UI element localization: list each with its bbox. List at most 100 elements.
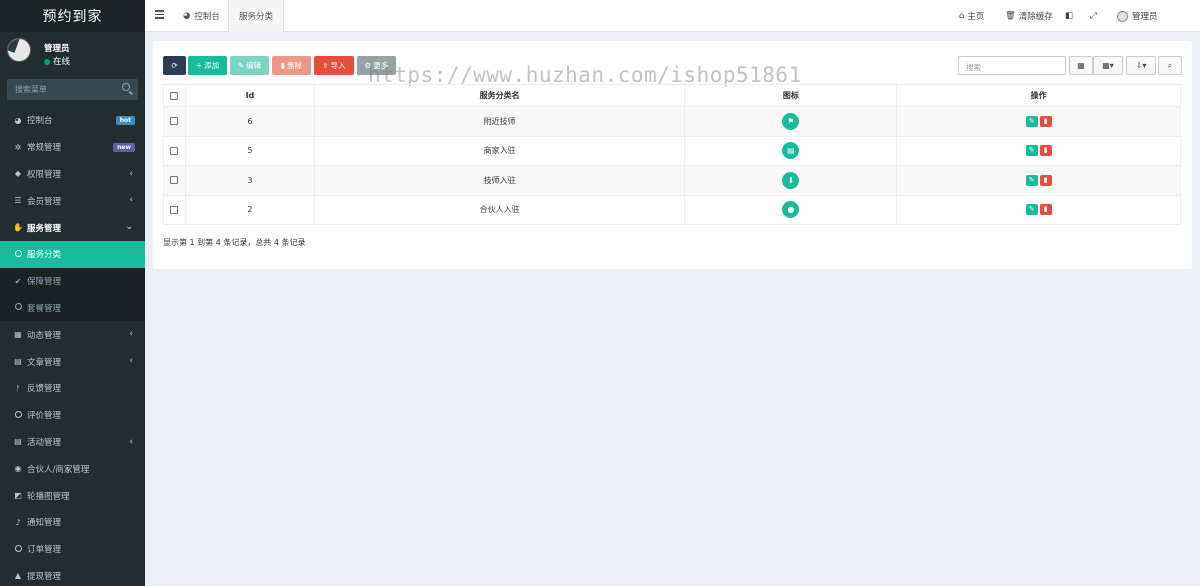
calendar-icon: ▦: [14, 330, 22, 340]
search-icon[interactable]: [122, 83, 130, 91]
row-id: 5: [184, 135, 315, 166]
clear-cache-button[interactable]: 🗑 清除缓存: [1005, 0, 1053, 32]
sidebar-item-news[interactable]: ▦ 动态管理 ‹: [0, 321, 145, 348]
refresh-icon: ⟳: [171, 61, 178, 70]
edit-button[interactable]: ✎ 编辑: [230, 56, 269, 75]
menu-toggle-icon[interactable]: [155, 10, 164, 21]
refresh-button[interactable]: ⟳: [163, 56, 186, 75]
advanced-search-button[interactable]: ⌕: [1158, 56, 1182, 75]
tab-service-category[interactable]: 服务分类: [228, 0, 285, 32]
gear-icon: ⚙: [364, 61, 372, 70]
select-all-cell[interactable]: [163, 84, 186, 107]
sidebar-item-service[interactable]: ✋ 服务管理 ⌄: [0, 214, 145, 241]
plus-icon: +: [195, 61, 203, 70]
user-export-icon: ⇩▾: [1135, 61, 1147, 70]
export-button[interactable]: ⇩▾: [1126, 56, 1156, 75]
sidebar-item-general[interactable]: ✲ 常规管理 new: [0, 134, 145, 161]
row-id: 3: [184, 165, 315, 196]
chevron-left-icon: ‹: [129, 195, 133, 206]
row-edit-button[interactable]: ✎: [1025, 174, 1038, 186]
sidebar-item-member[interactable]: ☰ 会员管理 ‹: [0, 187, 145, 214]
table-row[interactable]: 2 合伙人入驻 ● ✎ ▮: [163, 194, 1181, 225]
chevron-left-icon: ‹: [129, 436, 133, 447]
row-checkbox[interactable]: [170, 117, 179, 126]
circle-icon: [14, 544, 22, 552]
row-id: 2: [184, 194, 315, 225]
table-header-row: Id 服务分类名 图标 操作: [163, 84, 1181, 107]
row-edit-button[interactable]: ✎: [1025, 204, 1038, 216]
top-header: ◕ 控制台 服务分类 ⌂ 主页 🗑 清除缓存 ◧ ⤢ 管理员: [145, 0, 1200, 32]
sidebar-item-guarantee[interactable]: ✔ 保障管理: [0, 267, 145, 295]
fullscreen-icon[interactable]: ⤢: [1090, 0, 1097, 32]
home-icon: ⌂: [959, 11, 965, 21]
user-name: 管理员: [44, 44, 70, 54]
sidebar-item-notice[interactable]: ♪ 通知管理: [0, 509, 145, 536]
pagination-info: 显示第 1 到第 4 条记录，总共 4 条记录: [163, 238, 306, 247]
row-delete-button[interactable]: ▮: [1039, 174, 1052, 186]
trash-icon: ▮: [280, 61, 286, 70]
delete-button[interactable]: ▮ 删除: [272, 56, 311, 75]
online-dot-icon: [44, 58, 50, 65]
row-checkbox[interactable]: [170, 146, 179, 155]
sidebar-item-service-category[interactable]: 服务分类: [0, 240, 145, 268]
row-name: 附近技师: [313, 106, 686, 137]
column-header-name[interactable]: 服务分类名: [313, 84, 686, 107]
trophy-icon: ●: [782, 201, 800, 219]
chevron-down-icon: ⌄: [125, 222, 133, 233]
sidebar-item-dashboard[interactable]: ◕ 控制台 hot: [0, 107, 145, 134]
tab-dashboard[interactable]: ◕ 控制台: [173, 0, 230, 32]
row-name: 技师入驻: [313, 165, 686, 196]
row-delete-button[interactable]: ▮: [1039, 145, 1052, 157]
sidebar-item-activity[interactable]: ▤ 活动管理 ‹: [0, 429, 145, 456]
row-checkbox[interactable]: [170, 176, 179, 185]
caret-up-icon: ▲: [14, 571, 22, 581]
column-header-actions: 操作: [896, 84, 1181, 107]
avatar: [1117, 10, 1128, 22]
sidebar-item-withdraw[interactable]: ▲ 提现管理: [0, 563, 145, 586]
table-row[interactable]: 5 商家入驻 ▤ ✎ ▮: [163, 135, 1181, 166]
header-user-menu[interactable]: 管理员: [1117, 0, 1158, 32]
row-checkbox[interactable]: [170, 205, 179, 214]
sidebar-item-banner[interactable]: ◩ 轮播图管理: [0, 482, 145, 509]
select-all-checkbox[interactable]: [170, 91, 179, 100]
sidebar-search-input[interactable]: 搜索菜单: [7, 79, 138, 100]
table-icon: ▦: [1077, 61, 1085, 70]
column-header-id[interactable]: Id: [184, 84, 315, 107]
sidebar-item-review[interactable]: 评价管理: [0, 402, 145, 429]
chevron-left-icon: ‹: [129, 329, 133, 340]
table-search-input[interactable]: 搜索: [958, 56, 1066, 75]
more-button[interactable]: ⚙ 更多: [357, 56, 396, 75]
store-icon: ▤: [782, 142, 800, 160]
row-name: 合伙人入驻: [313, 194, 686, 225]
columns-button[interactable]: ▦▾: [1093, 56, 1123, 75]
import-button[interactable]: ⇪ 导入: [314, 56, 354, 75]
toggle-view-button[interactable]: ▦: [1069, 56, 1093, 75]
sidebar-menu: ◕ 控制台 hot ✲ 常规管理 new ◆ 权限管理 ‹ ☰ 会员管理 ‹ ✋…: [0, 107, 145, 586]
sidebar-item-auth[interactable]: ◆ 权限管理 ‹: [0, 161, 145, 188]
home-link[interactable]: ⌂ 主页: [959, 0, 984, 32]
row-delete-button[interactable]: ▮: [1039, 204, 1052, 216]
sidebar-item-partner[interactable]: ◉ 合伙人/商家管理: [0, 455, 145, 482]
sidebar-item-order[interactable]: 订单管理: [0, 536, 145, 563]
sidebar-item-feedback[interactable]: ᚠ 反馈管理: [0, 375, 145, 402]
language-icon[interactable]: ◧: [1065, 0, 1073, 32]
row-edit-button[interactable]: ✎: [1025, 145, 1038, 157]
add-button[interactable]: + 添加: [188, 56, 227, 75]
table-row[interactable]: 3 技师入驻 ⬇ ✎ ▮: [163, 165, 1181, 196]
hand-icon: ✋: [13, 223, 23, 233]
sidebar-item-package[interactable]: 套餐管理: [0, 294, 145, 322]
column-header-icon[interactable]: 图标: [684, 84, 898, 107]
row-delete-button[interactable]: ▮: [1039, 115, 1052, 127]
file-icon: ▤: [14, 357, 22, 367]
flag-icon: ⚑: [782, 112, 800, 130]
sidebar-item-article[interactable]: ▤ 文章管理 ‹: [0, 348, 145, 375]
sidebar: 预约到家 管理员 在线 搜索菜单 ◕ 控制台 hot ✲ 常规管理 new ◆ …: [0, 0, 145, 586]
user-panel: 管理员 在线: [0, 32, 145, 72]
eye-icon: ◉: [14, 464, 22, 474]
circle-icon: [14, 303, 22, 311]
row-id: 6: [184, 106, 315, 137]
columns-icon: ▦▾: [1102, 61, 1114, 70]
app-logo[interactable]: 预约到家: [0, 0, 145, 32]
table-row[interactable]: 6 附近技师 ⚑ ✎ ▮: [163, 106, 1181, 137]
row-edit-button[interactable]: ✎: [1025, 115, 1038, 127]
